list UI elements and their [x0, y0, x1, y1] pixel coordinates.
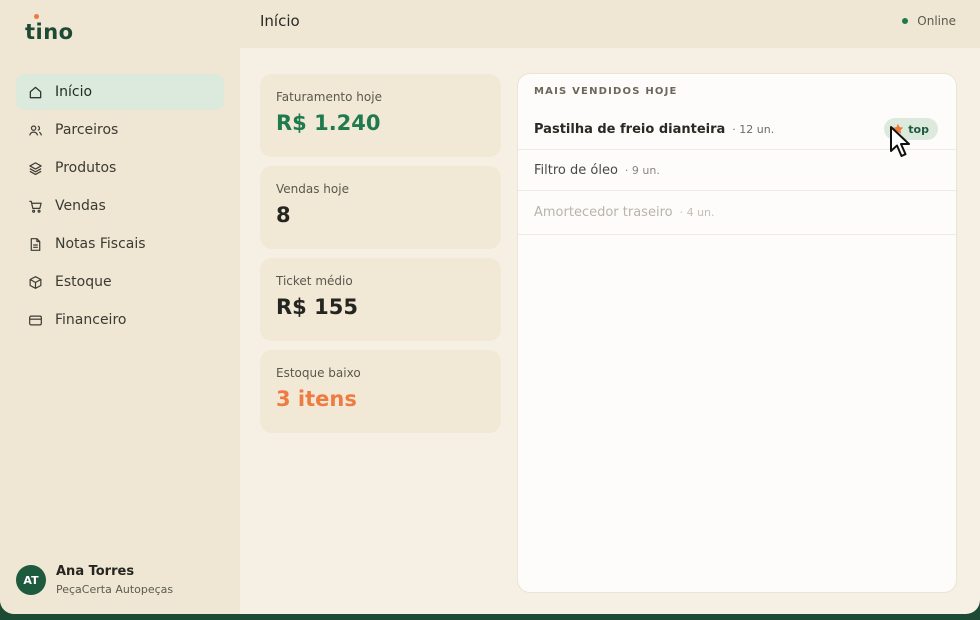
- product-name: Filtro de óleo: [534, 162, 618, 178]
- sidebar-item-label: Estoque: [55, 274, 112, 290]
- app-window: tino Início Parceiros Produtos Vendas No…: [0, 0, 980, 614]
- user-company: PeçaCerta Autopeças: [56, 583, 174, 596]
- sidebar-item-parceiros[interactable]: Parceiros: [16, 112, 224, 148]
- users-icon: [28, 123, 43, 138]
- layers-icon: [28, 161, 43, 176]
- sidebar-item-inicio[interactable]: Início: [16, 74, 224, 110]
- sidebar: tino Início Parceiros Produtos Vendas No…: [0, 0, 240, 614]
- sidebar-item-produtos[interactable]: Produtos: [16, 150, 224, 186]
- stat-cards: Faturamento hoje R$ 1.240 Vendas hoje 8 …: [260, 74, 501, 442]
- sidebar-item-label: Financeiro: [55, 312, 127, 328]
- connection-status: Online: [902, 14, 956, 28]
- product-qty: · 12 un.: [732, 123, 775, 136]
- status-label: Online: [917, 14, 956, 28]
- box-icon: [28, 275, 43, 290]
- stat-card-estoque-baixo[interactable]: Estoque baixo 3 itens: [260, 350, 501, 433]
- stat-value: 8: [276, 203, 291, 227]
- product-qty: · 9 un.: [624, 163, 660, 177]
- user-profile[interactable]: AT Ana Torres PeçaCerta Autopeças: [16, 564, 173, 596]
- product-qty: · 4 un.: [679, 206, 715, 219]
- stat-value: 3 itens: [276, 387, 357, 411]
- stat-label: Ticket médio: [276, 274, 353, 288]
- panel-title: MAIS VENDIDOS HOJE: [534, 86, 678, 97]
- list-item[interactable]: Amortecedor traseiro · 4 un.: [518, 191, 956, 235]
- stat-value: R$ 155: [276, 295, 358, 319]
- stat-card-faturamento: Faturamento hoje R$ 1.240: [260, 74, 501, 157]
- sidebar-item-label: Vendas: [55, 198, 106, 214]
- status-dot-icon: [902, 18, 909, 24]
- sidebar-item-label: Parceiros: [55, 122, 119, 138]
- avatar: AT: [16, 565, 46, 595]
- stat-label: Faturamento hoje: [276, 90, 382, 104]
- sidebar-item-vendas[interactable]: Vendas: [16, 188, 224, 224]
- sidebar-nav: Início Parceiros Produtos Vendas Notas F…: [16, 74, 224, 340]
- sidebar-item-financeiro[interactable]: Financeiro: [16, 302, 224, 338]
- stat-card-ticket: Ticket médio R$ 155: [260, 258, 501, 341]
- document-icon: [28, 237, 43, 252]
- sidebar-item-estoque[interactable]: Estoque: [16, 264, 224, 300]
- page-title: Início: [260, 12, 300, 30]
- cart-icon: [28, 199, 43, 214]
- card-icon: [28, 313, 43, 328]
- sidebar-item-notas-fiscais[interactable]: Notas Fiscais: [16, 226, 224, 262]
- user-name: Ana Torres: [56, 564, 135, 579]
- product-name: Amortecedor traseiro: [534, 205, 673, 220]
- logo-dot: [34, 14, 39, 19]
- sidebar-item-label: Início: [55, 84, 93, 100]
- sidebar-item-label: Produtos: [55, 160, 117, 176]
- stat-value: R$ 1.240: [276, 111, 381, 135]
- sidebar-item-label: Notas Fiscais: [55, 236, 146, 252]
- mouse-cursor-icon: [889, 125, 913, 159]
- stat-label: Estoque baixo: [276, 366, 361, 380]
- stat-card-vendas: Vendas hoje 8: [260, 166, 501, 249]
- home-icon: [28, 85, 43, 100]
- product-name: Pastilha de freio dianteira: [534, 122, 726, 137]
- top-header: Início Online: [240, 0, 980, 48]
- app-logo[interactable]: tino: [25, 20, 74, 44]
- stat-label: Vendas hoje: [276, 182, 349, 196]
